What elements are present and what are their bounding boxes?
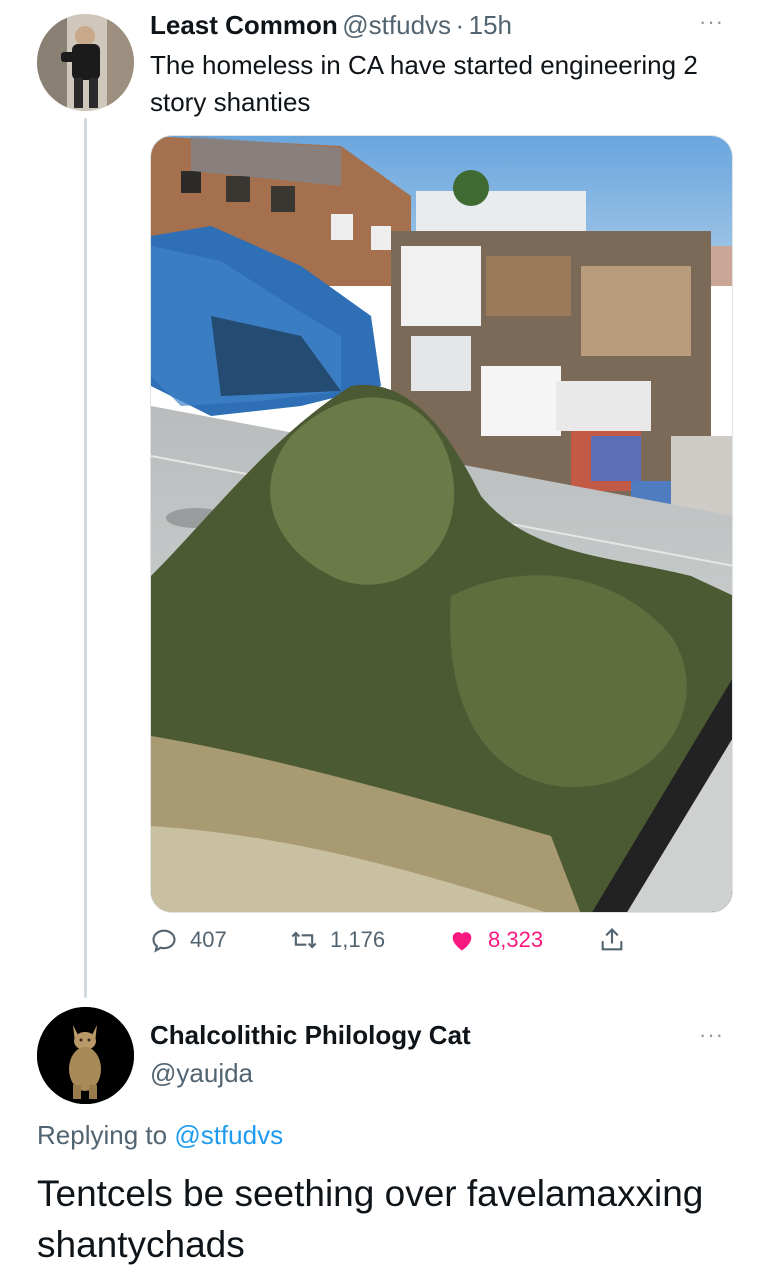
- reply-tweet-text: Tentcels be seething over favelamaxxing …: [37, 1173, 704, 1265]
- reply-button[interactable]: 407: [150, 926, 227, 954]
- replying-to-line: Replying to @stfudvs: [37, 1120, 283, 1151]
- reply-author-name[interactable]: Chalcolithic Philology Cat: [150, 1020, 471, 1051]
- author-handle[interactable]: @stfudvs: [342, 10, 451, 40]
- author-avatar-photo: [37, 14, 134, 111]
- like-button[interactable]: 8,323: [448, 926, 543, 954]
- tweet-timestamp[interactable]: 15h: [469, 10, 512, 40]
- share-icon: [601, 928, 623, 951]
- retweet-button[interactable]: 1,176: [290, 926, 385, 954]
- tweet-media-photo[interactable]: [150, 135, 733, 913]
- share-button[interactable]: [598, 926, 638, 954]
- author-avatar[interactable]: [37, 14, 134, 111]
- author-name[interactable]: Least Common: [150, 10, 338, 40]
- retweet-icon: [291, 931, 317, 949]
- tweet-header: Least Common @stfudvs · 15h: [150, 10, 512, 41]
- tweet-text: The homeless in CA have started engineer…: [150, 50, 698, 117]
- reply-count: 407: [190, 927, 227, 952]
- separator-dot: ·: [455, 10, 465, 40]
- heart-filled-icon: [452, 932, 472, 951]
- like-count: 8,323: [488, 927, 544, 952]
- replying-to-handle-link[interactable]: @stfudvs: [174, 1120, 283, 1150]
- street-shanties-photo: [151, 136, 732, 912]
- reply-more-options-icon[interactable]: ···: [699, 1022, 724, 1048]
- reply-icon: [152, 929, 176, 953]
- retweet-count: 1,176: [330, 927, 386, 952]
- replying-to-prefix: Replying to: [37, 1120, 168, 1150]
- reply-author-avatar[interactable]: [37, 1007, 134, 1104]
- thread-connector-line: [84, 118, 87, 998]
- reply-author-handle[interactable]: @yaujda: [150, 1058, 253, 1089]
- tweet-action-bar: 407 1,176 8,323: [150, 926, 733, 962]
- cat-figurine-avatar: [37, 1007, 134, 1104]
- more-options-icon[interactable]: ···: [699, 9, 724, 35]
